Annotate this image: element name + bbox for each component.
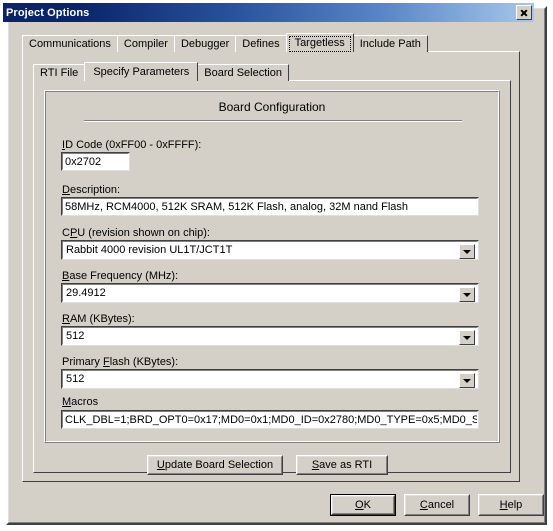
primary-flash-combobox[interactable]: 512 [61, 369, 479, 389]
primary-flash-combobox-inner: 512 [62, 370, 478, 388]
tab-communications-label: Communications [29, 38, 111, 50]
description-input-value: 58MHz, RCM4000, 512K SRAM, 512K Flash, a… [62, 198, 478, 215]
base-frequency-combobox-inner: 29.4912 [62, 284, 478, 302]
outer-tab-strip: Communications Compiler Debugger Defines… [22, 33, 520, 52]
tab-communications[interactable]: Communications [22, 35, 118, 52]
panel-title-divider [84, 120, 462, 122]
base-frequency-label-rest: ase Frequency (MHz): [69, 270, 179, 282]
panel-title: Board Configuration [218, 100, 326, 114]
save-as-rti-button-label: Save as RTI [311, 459, 373, 471]
primary-flash-label-rest: lash (KBytes): [109, 356, 179, 368]
tab-compiler-label: Compiler [123, 38, 168, 50]
cpu-combobox-inner: Rabbit 4000 revision UL1T/JCT1T [62, 241, 478, 259]
macros-input-value: CLK_DBL=1;BRD_OPT0=0x17;MD0=0x1;MD0_ID=0… [62, 411, 478, 428]
cpu-label: CPU (revision shown on chip): [62, 227, 210, 239]
macros-label-rest: acros [71, 396, 99, 408]
chevron-down-icon[interactable] [459, 373, 475, 388]
update-board-selection-button[interactable]: Update Board Selection [147, 455, 283, 475]
tab-board-selection-label: Board Selection [204, 67, 282, 79]
ram-combobox-inner: 512 [62, 327, 478, 345]
primary-flash-label-mnemonic: F [102, 356, 110, 368]
cancel-button-label: Cancel [419, 499, 455, 511]
cancel-button[interactable]: Cancel [404, 494, 470, 516]
base-frequency-combobox[interactable]: 29.4912 [61, 283, 479, 303]
tab-compiler[interactable]: Compiler [116, 35, 175, 52]
ram-label: RAM (KBytes): [62, 313, 135, 325]
description-label-rest: escription: [69, 184, 121, 196]
screen: Project Options Communications Compiler … [0, 0, 553, 531]
ram-label-mnemonic: R [62, 313, 70, 325]
id-code-label: ID Code (0xFF00 - 0xFFFF): [62, 139, 201, 151]
tab-debugger[interactable]: Debugger [173, 35, 237, 52]
help-button-label: Help [499, 499, 523, 511]
chevron-down-icon[interactable] [459, 244, 475, 259]
description-label: Description: [62, 184, 120, 196]
tab-targetless[interactable]: Targetless [285, 33, 354, 52]
base-frequency-combobox-value: 29.4912 [66, 287, 106, 299]
cpu-combobox[interactable]: Rabbit 4000 revision UL1T/JCT1T [61, 240, 479, 260]
tab-board-selection[interactable]: Board Selection [197, 64, 289, 81]
description-label-mnemonic: D [62, 184, 70, 196]
tab-rti-file[interactable]: RTI File [33, 64, 86, 81]
base-frequency-label: Base Frequency (MHz): [62, 270, 178, 282]
window-title: Project Options [6, 6, 90, 19]
primary-flash-combobox-value: 512 [66, 373, 85, 385]
cpu-combobox-value: Rabbit 4000 revision UL1T/JCT1T [66, 244, 233, 256]
inner-tab-strip: RTI File Specify Parameters Board Select… [33, 62, 511, 81]
tab-specify-parameters[interactable]: Specify Parameters [84, 62, 199, 81]
macros-label-mnemonic: M [62, 396, 72, 408]
macros-label: Macros [62, 396, 98, 408]
chevron-down-icon[interactable] [459, 287, 475, 302]
update-board-selection-button-label: Update Board Selection [156, 459, 274, 471]
tab-include-path-label: Include Path [359, 38, 421, 50]
ram-combobox[interactable]: 512 [61, 326, 479, 346]
ram-combobox-value: 512 [66, 330, 85, 342]
id-code-label-rest: D Code (0xFF00 - 0xFFFF): [65, 139, 202, 151]
tab-defines[interactable]: Defines [235, 35, 287, 52]
save-as-rti-button[interactable]: Save as RTI [296, 455, 388, 475]
id-code-input-value: 0x2702 [62, 153, 129, 170]
tab-debugger-label: Debugger [180, 38, 230, 50]
tab-specify-parameters-label: Specify Parameters [93, 66, 190, 78]
tab-defines-label: Defines [242, 38, 280, 50]
cpu-label-rest: U (revision shown on chip): [77, 227, 210, 239]
close-icon[interactable] [516, 5, 532, 20]
tab-targetless-label: Targetless [294, 37, 345, 49]
help-button[interactable]: Help [478, 494, 544, 516]
macros-input[interactable]: CLK_DBL=1;BRD_OPT0=0x17;MD0=0x1;MD0_ID=0… [61, 410, 479, 429]
description-input[interactable]: 58MHz, RCM4000, 512K SRAM, 512K Flash, a… [61, 197, 479, 216]
tab-rti-file-label: RTI File [40, 67, 79, 79]
tab-include-path[interactable]: Include Path [352, 35, 428, 52]
id-code-input[interactable]: 0x2702 [61, 152, 130, 171]
cpu-label-pre: C [62, 227, 70, 239]
ok-button[interactable]: OK [330, 494, 396, 516]
primary-flash-label-pre: Primary [62, 356, 103, 368]
ok-button-label: OK [355, 499, 371, 511]
title-bar[interactable]: Project Options [3, 3, 534, 22]
chevron-down-icon[interactable] [459, 330, 475, 345]
ram-label-rest: AM (KBytes): [69, 313, 135, 325]
primary-flash-label: Primary Flash (KBytes): [62, 356, 178, 368]
